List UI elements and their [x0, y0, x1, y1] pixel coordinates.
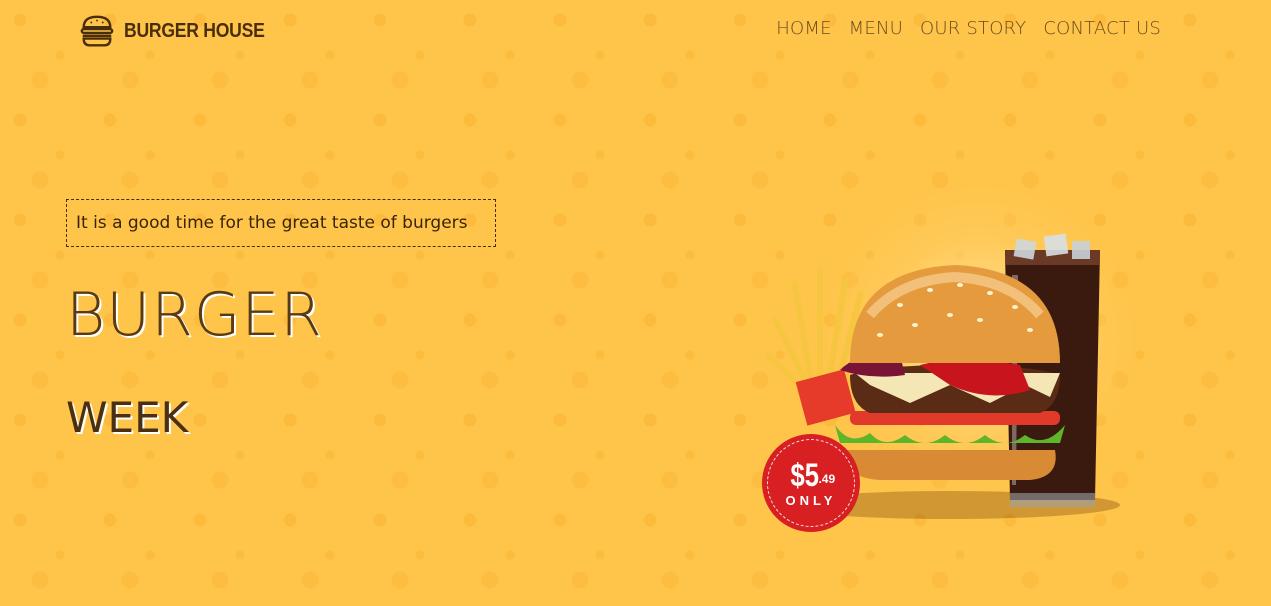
brand-name: BURGER HOUSE	[124, 19, 265, 42]
hero-subtitle: WEEK	[66, 393, 189, 442]
nav-our-story[interactable]: OUR STORY	[920, 18, 1026, 39]
burger-icon	[80, 15, 114, 47]
hero-tagline: It is a good time for the great taste of…	[66, 199, 496, 247]
nav-home[interactable]: HOME	[776, 18, 831, 39]
nav-menu[interactable]: MENU	[849, 18, 903, 39]
price-cents: .49	[818, 471, 836, 486]
main-nav: HOME MENU OUR STORY CONTACT US	[776, 18, 1161, 39]
price-note: ONLY	[785, 492, 837, 508]
nav-contact-us[interactable]: CONTACT US	[1043, 18, 1161, 39]
site-header: BURGER HOUSE HOME MENU OUR STORY CONTACT…	[0, 0, 1271, 62]
price-badge: $5 .49 ONLY	[762, 434, 860, 532]
price-dollars: $5	[790, 456, 819, 493]
brand-logo[interactable]: BURGER HOUSE	[78, 12, 284, 50]
hero-title: BURGER	[66, 280, 323, 350]
